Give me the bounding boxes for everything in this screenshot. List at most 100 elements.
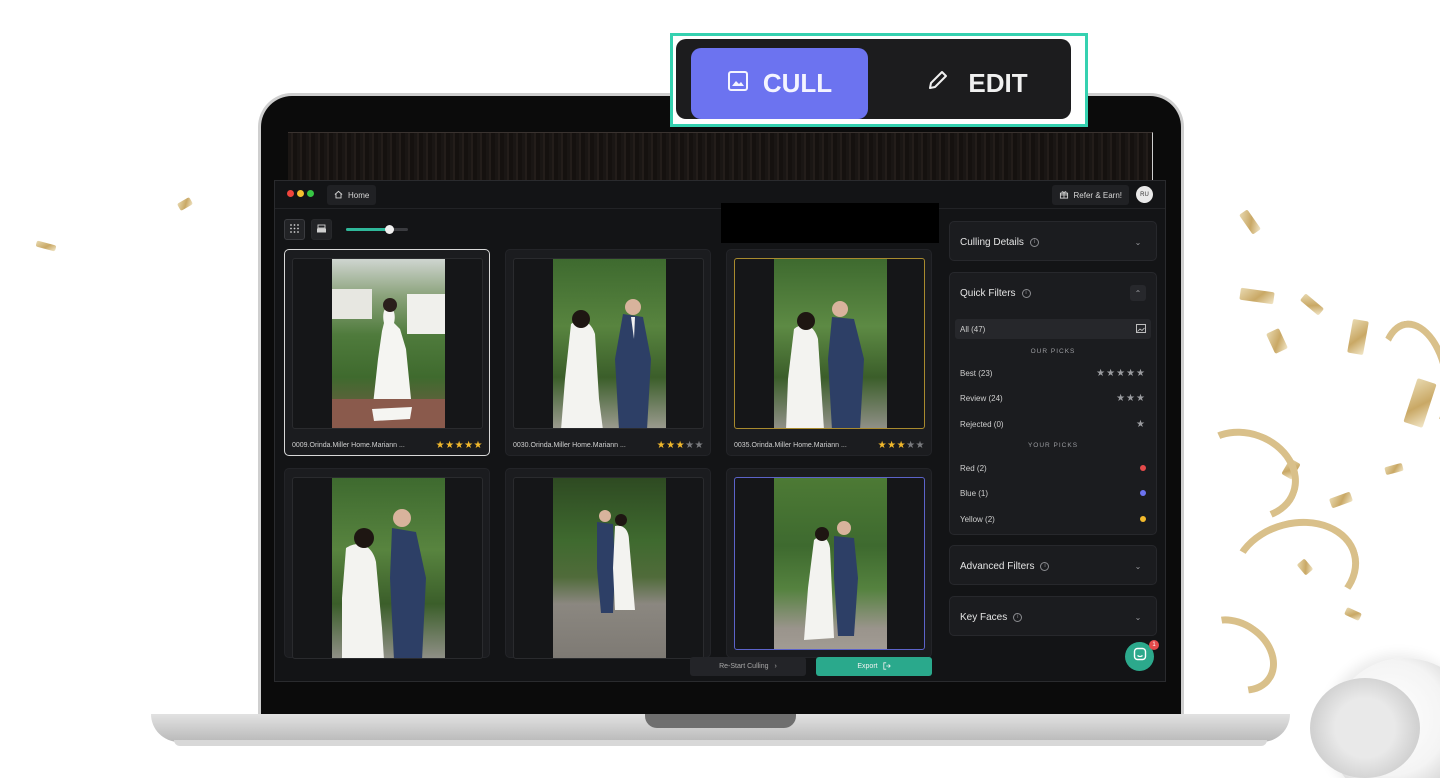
- refer-earn-button[interactable]: Refer & Earn!: [1051, 185, 1129, 205]
- culling-details-panel[interactable]: Culling Details i ⌄: [949, 221, 1157, 261]
- redacted-area: [721, 203, 939, 243]
- photo-thumbnail: [553, 259, 666, 428]
- photo-frame: [734, 477, 925, 650]
- export-icon: [883, 661, 891, 672]
- maximize-dot[interactable]: [307, 190, 314, 197]
- cull-label: CULL: [762, 68, 833, 98]
- home-icon: [334, 190, 343, 201]
- thumbnail-size-slider[interactable]: [346, 225, 408, 234]
- notification-badge: 1: [1149, 640, 1159, 650]
- photo-frame: [513, 477, 704, 659]
- photo-frame: [292, 258, 483, 429]
- photo-thumbnail: [774, 478, 887, 649]
- window-controls: [287, 190, 314, 197]
- gift-icon: [1059, 190, 1069, 201]
- filter-red[interactable]: Red (2): [955, 458, 1151, 478]
- filter-all[interactable]: All (47): [955, 319, 1151, 339]
- slider-fill: [346, 228, 390, 231]
- grid-icon: [289, 221, 300, 239]
- rating-stars[interactable]: ★★★★★: [657, 440, 704, 451]
- slider-handle[interactable]: [384, 225, 394, 234]
- view-toolbar: [284, 219, 408, 240]
- photo-caption: 0035.Orinda.Miller Home.Mariann ... ★★★★…: [734, 440, 925, 451]
- laptop-notch: [645, 714, 796, 728]
- chevron-down-icon[interactable]: ⌄: [1130, 234, 1146, 250]
- chevron-down-icon[interactable]: ⌄: [1130, 609, 1146, 625]
- photo-card[interactable]: 0030.Orinda.Miller Home.Mariann ... ★★★★…: [505, 249, 711, 456]
- photo-filename: 0035.Orinda.Miller Home.Mariann ...: [734, 442, 847, 449]
- photo-grid: 0009.Orinda.Miller Home.Mariann ... ★★★★…: [284, 249, 934, 659]
- info-icon[interactable]: i: [1040, 561, 1050, 571]
- minimize-dot[interactable]: [297, 190, 304, 197]
- photo-card[interactable]: 0035.Orinda.Miller Home.Mariann ... ★★★★…: [726, 249, 932, 456]
- pencil-icon: [926, 68, 950, 99]
- filter-label: Rejected (0): [960, 419, 1004, 429]
- photo-filename: 0009.Orinda.Miller Home.Mariann ...: [292, 442, 405, 449]
- filter-review[interactable]: Review (24) ★★★: [955, 388, 1151, 408]
- panel-title: Culling Details: [960, 236, 1024, 248]
- filter-yellow[interactable]: Yellow (2): [955, 509, 1151, 529]
- panel-title: Quick Filters: [960, 287, 1016, 299]
- chevron-right-icon: ›: [774, 663, 777, 670]
- stack-view-button[interactable]: [311, 219, 332, 240]
- photo-frame: [292, 477, 483, 659]
- photo-caption: 0030.Orinda.Miller Home.Mariann ... ★★★★…: [513, 440, 704, 451]
- filter-blue[interactable]: Blue (1): [955, 483, 1151, 503]
- rating-stars[interactable]: ★★★★★: [436, 440, 483, 451]
- avatar[interactable]: RU: [1136, 186, 1153, 203]
- photo-thumbnail: [774, 259, 887, 428]
- filter-label: Review (24): [960, 393, 1003, 403]
- image-icon: [1136, 323, 1146, 335]
- chat-icon: [1133, 647, 1147, 666]
- cull-mode-button[interactable]: CULL: [691, 48, 868, 119]
- filter-label: Red (2): [960, 463, 987, 473]
- edit-label: EDIT: [968, 68, 1028, 98]
- export-button[interactable]: Export: [816, 657, 932, 676]
- photo-card[interactable]: 0009.Orinda.Miller Home.Mariann ... ★★★★…: [284, 249, 490, 456]
- chevron-down-icon[interactable]: ⌄: [1130, 558, 1146, 574]
- app-window: Home Refer & Earn! RU 0009.Orinda.Miller…: [274, 180, 1166, 682]
- filter-best[interactable]: Best (23) ★★★★★: [955, 363, 1151, 383]
- photo-frame: [513, 258, 704, 429]
- stack-icon: [316, 221, 327, 239]
- quick-filters-panel: Quick Filters i ⌃ All (47) OUR PICKS Bes…: [949, 272, 1157, 535]
- chevron-up-icon[interactable]: ⌃: [1130, 285, 1146, 301]
- key-faces-panel[interactable]: Key Faces i ⌄: [949, 596, 1157, 636]
- panel-header: Culling Details i: [960, 222, 1039, 262]
- panel-header: Key Faces i: [960, 597, 1023, 637]
- grid-view-button[interactable]: [284, 219, 305, 240]
- three-star-icon: ★★★: [1116, 392, 1146, 404]
- our-picks-heading: OUR PICKS: [1030, 348, 1076, 355]
- background-photo-strip: [288, 132, 1153, 182]
- info-icon[interactable]: i: [1021, 288, 1031, 298]
- refer-label: Refer & Earn!: [1073, 190, 1122, 200]
- laptop-foot: [174, 740, 1267, 746]
- info-icon[interactable]: i: [1029, 237, 1039, 247]
- info-icon[interactable]: i: [1013, 612, 1023, 622]
- filter-label: Blue (1): [960, 488, 989, 498]
- photo-card[interactable]: [505, 468, 711, 659]
- home-button[interactable]: Home: [327, 185, 377, 205]
- panel-header: Advanced Filters i: [960, 546, 1050, 586]
- edit-mode-button[interactable]: EDIT: [882, 48, 1072, 119]
- photo-card[interactable]: [284, 468, 490, 659]
- photo-thumbnail: [332, 478, 445, 658]
- blue-dot-icon: [1140, 490, 1146, 496]
- one-star-icon: ★: [1136, 418, 1146, 430]
- filter-label: Yellow (2): [960, 514, 995, 524]
- restart-culling-button[interactable]: Re-Start Culling ›: [690, 657, 806, 676]
- rating-stars[interactable]: ★★★★★: [878, 440, 925, 451]
- restart-label: Re-Start Culling: [719, 663, 769, 670]
- red-dot-icon: [1140, 465, 1146, 471]
- filter-label: Best (23): [960, 368, 993, 378]
- photo-caption: 0009.Orinda.Miller Home.Mariann ... ★★★★…: [292, 440, 483, 451]
- photo-filename: 0030.Orinda.Miller Home.Mariann ...: [513, 442, 626, 449]
- photo-card[interactable]: [726, 468, 932, 658]
- photo-thumbnail: [332, 259, 445, 428]
- advanced-filters-panel[interactable]: Advanced Filters i ⌄: [949, 545, 1157, 585]
- panel-header: Quick Filters i: [960, 273, 1031, 313]
- image-icon: [727, 68, 749, 99]
- panel-title: Advanced Filters: [960, 560, 1035, 572]
- close-dot[interactable]: [287, 190, 294, 197]
- filter-rejected[interactable]: Rejected (0) ★: [955, 414, 1151, 434]
